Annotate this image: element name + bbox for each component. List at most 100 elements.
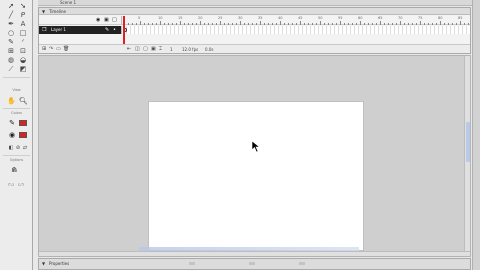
colors-section-label: Colors [11, 111, 22, 115]
text-tool-icon[interactable]: A [19, 20, 27, 28]
playhead[interactable] [123, 16, 125, 46]
ruler-tick [232, 23, 233, 25]
workspace[interactable] [38, 55, 471, 257]
vertical-scroll-thumb[interactable] [466, 122, 470, 162]
vertical-scrollbar[interactable] [464, 56, 470, 256]
layer-row[interactable]: ❐ Layer 1 ✎ • [39, 26, 470, 34]
hand-tool-icon[interactable]: ✋ [7, 97, 16, 105]
onion-skin-icon[interactable]: ◫ [135, 46, 140, 53]
ruler-tick [220, 21, 221, 25]
ruler-frame-number: 75 [418, 16, 423, 20]
ruler-tick [288, 23, 289, 25]
fill-transform-tool-icon[interactable]: ⊡ [19, 47, 27, 55]
ruler-tick [240, 21, 241, 25]
right-panel-strip[interactable] [472, 0, 480, 270]
fill-color-icon[interactable]: ◉ [8, 131, 16, 139]
ruler-tick [260, 21, 261, 25]
insert-layer-icon[interactable]: ⊞ [42, 46, 46, 53]
pencil-tool-icon[interactable]: ✎ [7, 38, 15, 46]
ruler-tick [156, 23, 157, 25]
ruler-tick [136, 23, 137, 25]
ink-bottle-tool-icon[interactable]: ◍ [7, 56, 15, 64]
selection-tool-icon[interactable]: ➚ [7, 2, 15, 10]
ruler-frame-number: 20 [198, 16, 203, 20]
collapse-triangle-icon[interactable]: ▼ [42, 259, 45, 269]
layer-name-cell[interactable]: ❐ Layer 1 ✎ • [39, 26, 122, 34]
snap-magnet-icon[interactable]: ⋒ [10, 166, 18, 174]
ruler-tick [228, 23, 229, 25]
tools-divider [3, 77, 30, 78]
smooth-icon[interactable]: ᔓ [7, 180, 15, 188]
edit-multiple-frames-icon[interactable]: ▣ [151, 46, 156, 53]
show-hide-eye-icon[interactable]: ◉ [96, 17, 101, 23]
fill-color-swatch[interactable] [19, 132, 27, 138]
modify-markers-icon[interactable]: ⌶ [159, 46, 162, 53]
insert-folder-icon[interactable]: ▭ [56, 46, 61, 53]
delete-layer-icon[interactable]: 🗑︎ [63, 46, 69, 53]
timeline-footer: ⊞ ↷ ▭ 🗑︎ ⇤ ◫ ▢ ▣ ⌶ 1 12.0 fps 0.0s [39, 44, 470, 53]
ruler-tick [300, 21, 301, 25]
ruler-tick [408, 23, 409, 25]
collapse-triangle-icon[interactable]: ▼ [42, 8, 45, 15]
eraser-tool-icon[interactable]: ◩ [19, 65, 27, 73]
paint-bucket-tool-icon[interactable]: ◒ [19, 56, 27, 64]
ruler-tick [248, 23, 249, 25]
ruler-tick [308, 23, 309, 25]
onion-outlines-icon[interactable]: ▢ [143, 46, 148, 53]
center-frame-icon[interactable]: ⇤ [127, 46, 131, 53]
ruler-tick [176, 23, 177, 25]
tools-divider [3, 108, 30, 109]
oval-tool-icon[interactable]: ○ [7, 29, 15, 37]
ruler-tick [256, 23, 257, 25]
rectangle-tool-icon[interactable]: □ [19, 29, 27, 37]
line-tool-icon[interactable]: ╱ [7, 11, 15, 19]
ruler-tick [412, 23, 413, 25]
properties-panel-bar[interactable]: ▼ Properties [38, 258, 471, 270]
frames-strip[interactable] [123, 26, 470, 34]
swap-colors-icon[interactable]: ⇄ [21, 144, 29, 152]
scene-label[interactable]: Scene 1 [60, 0, 76, 5]
layer-icon: ❐ [42, 27, 47, 33]
ruler-frame-number: 25 [218, 16, 223, 20]
subselection-tool-icon[interactable]: ➘ [19, 2, 27, 10]
horizontal-scrollbar[interactable] [39, 251, 470, 256]
ruler-frame-number: 40 [278, 16, 283, 20]
layer-name[interactable]: Layer 1 [51, 26, 66, 34]
ruler-frame-number: 45 [298, 16, 303, 20]
ruler-frame-number: 85 [458, 16, 463, 20]
timeline-title-bar[interactable]: ▼ Timeline [39, 8, 470, 15]
properties-grip [189, 262, 195, 265]
ruler-tick [212, 23, 213, 25]
ruler-tick [312, 23, 313, 25]
ruler-tick [456, 23, 457, 25]
motion-guide-icon[interactable]: ↷ [49, 46, 53, 53]
stroke-color-swatch[interactable] [19, 120, 27, 126]
properties-grip [249, 262, 255, 265]
outline-icon[interactable]: □ [112, 17, 117, 23]
ruler-tick [324, 23, 325, 25]
ruler-tick [420, 21, 421, 25]
ruler-tick [284, 23, 285, 25]
ruler-tick [200, 21, 201, 25]
straighten-icon[interactable]: ᔕ [17, 180, 25, 188]
pen-tool-icon[interactable]: ✒ [7, 20, 15, 28]
lock-icon[interactable]: ▣ [104, 17, 109, 23]
eyedropper-tool-icon[interactable]: ⟋ [7, 65, 15, 73]
stage[interactable] [149, 102, 363, 250]
frame-ruler[interactable]: 5101520253035404550556065707580859095 [123, 16, 480, 25]
scene-bar: Scene 1 [38, 0, 476, 6]
lasso-tool-icon[interactable]: ᑭ [19, 11, 27, 19]
ruler-tick [444, 23, 445, 25]
zoom-tool-icon[interactable]: 🔍︎ [19, 97, 28, 105]
free-transform-tool-icon[interactable]: ⊞ [7, 47, 15, 55]
ruler-tick [416, 23, 417, 25]
ruler-tick [448, 23, 449, 25]
ruler-tick [304, 23, 305, 25]
ruler-tick [224, 23, 225, 25]
timeline-panel: ▼ Timeline ◉ ▣ □ 5 10 15 20 25 30 35 40 45 50 55 60… [38, 7, 480, 54]
layer-visibility-dot-icon[interactable]: • [113, 27, 118, 33]
stroke-color-icon[interactable]: ✎ [8, 119, 16, 127]
ruler-tick [276, 23, 277, 25]
ruler-tick [128, 23, 129, 25]
brush-tool-icon[interactable]: ᐟ [19, 38, 27, 46]
